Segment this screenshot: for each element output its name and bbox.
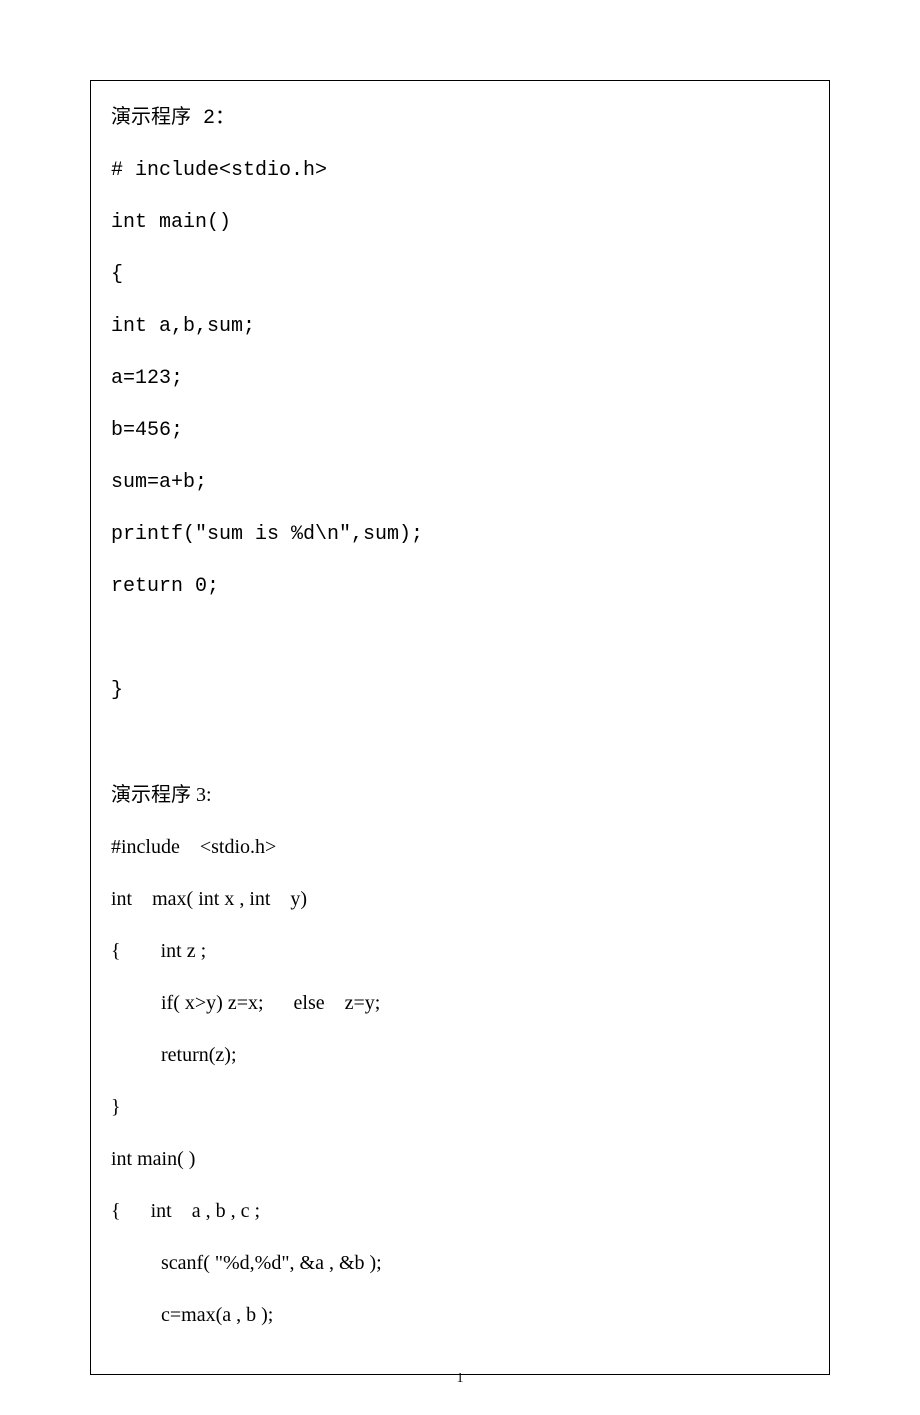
code-line: int a,b,sum; [111, 314, 809, 340]
code-line: int main() [111, 210, 809, 236]
page: 演示程序 2： # include<stdio.h> int main() { int … [0, 0, 920, 1415]
code-line: { int a , b , c ; [111, 1198, 809, 1224]
code-line: c=max(a , b ); [111, 1302, 809, 1328]
code-line: scanf( "%d,%d", &a , &b ); [111, 1250, 809, 1276]
code-line: { int z ; [111, 938, 809, 964]
code-line: } [111, 1094, 809, 1120]
code-line [111, 626, 809, 652]
code-line: return(z); [111, 1042, 809, 1068]
code-line: int max( int x , int y) [111, 886, 809, 912]
code-line: int main( ) [111, 1146, 809, 1172]
code-line: # include<stdio.h> [111, 158, 809, 184]
code-line: b=456; [111, 418, 809, 444]
code-line: } [111, 678, 809, 704]
page-number: 1 [0, 1371, 920, 1387]
code-line: printf("sum is %d\n",sum); [111, 522, 809, 548]
code-line: a=123; [111, 366, 809, 392]
code-line: 演示程序 2： [111, 106, 809, 132]
code-line: return 0; [111, 574, 809, 600]
code-line: { [111, 262, 809, 288]
code-line [111, 730, 809, 756]
code-line: #include <stdio.h> [111, 834, 809, 860]
code-line: 演示程序 3: [111, 782, 809, 808]
code-line: if( x>y) z=x; else z=y; [111, 990, 809, 1016]
code-line: sum=a+b; [111, 470, 809, 496]
content-box: 演示程序 2： # include<stdio.h> int main() { int … [90, 80, 830, 1375]
